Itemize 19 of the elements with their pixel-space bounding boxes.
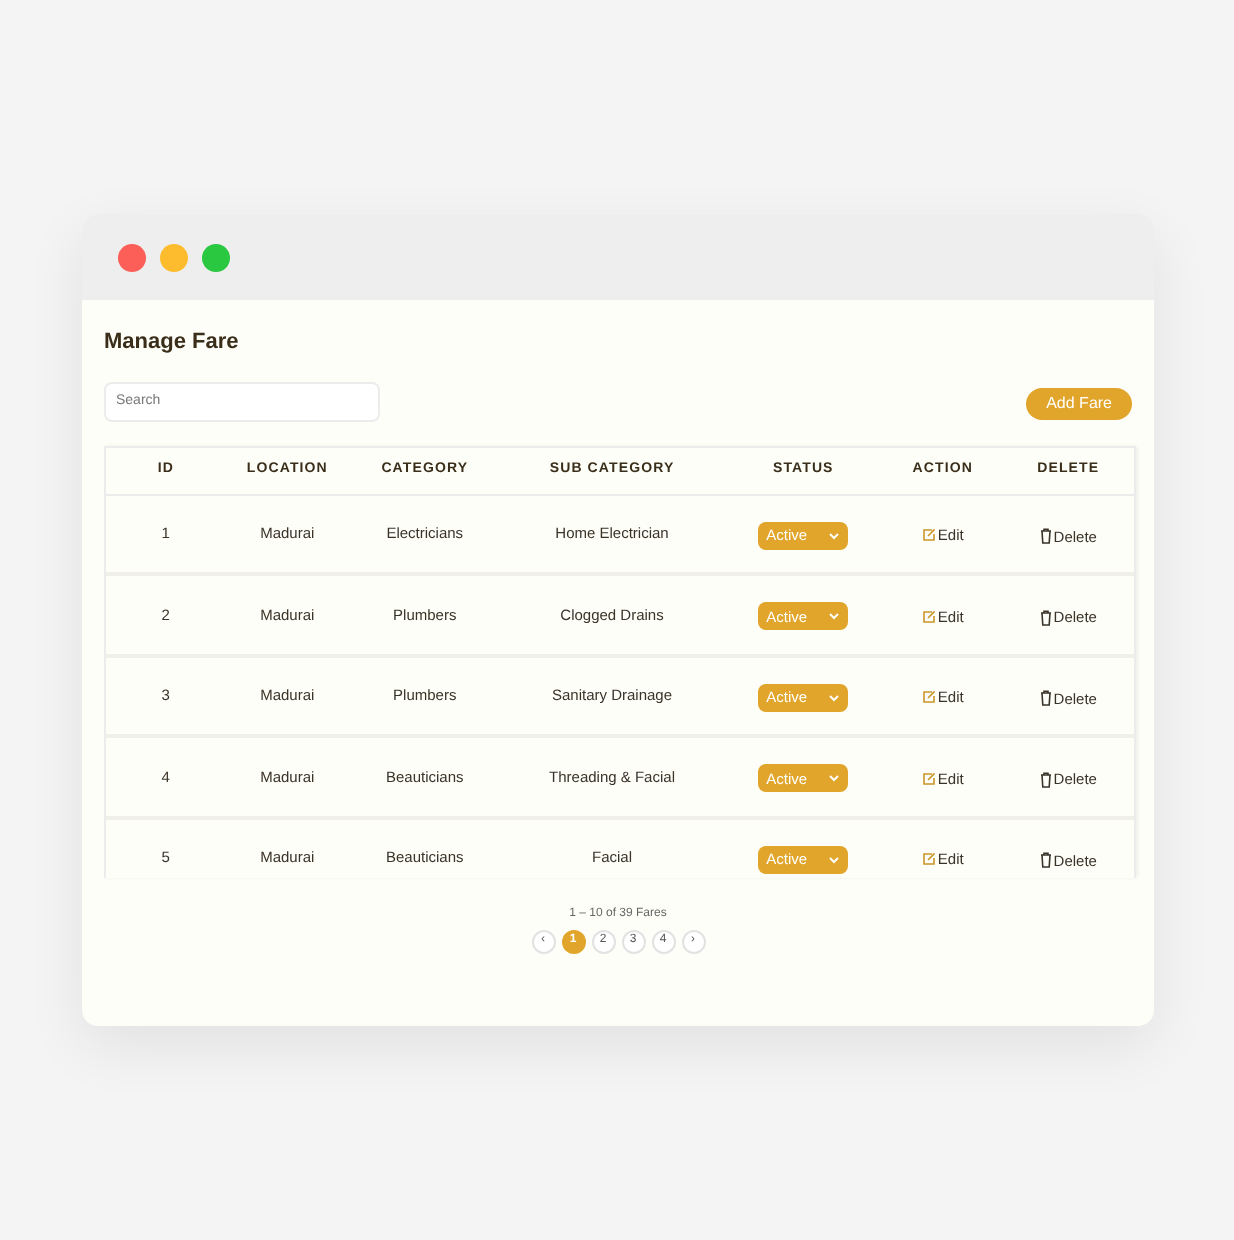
chevron-down-icon <box>828 612 841 621</box>
edit-icon <box>921 771 936 786</box>
maximize-icon[interactable] <box>202 243 230 271</box>
chevron-down-icon <box>828 855 841 864</box>
edit-icon <box>921 690 936 705</box>
edit-icon <box>921 528 936 543</box>
trash-icon <box>1039 528 1052 545</box>
chevron-down-icon <box>828 693 841 702</box>
trash-icon <box>1039 609 1052 626</box>
trash-icon <box>1039 771 1052 788</box>
edit-icon <box>921 852 936 867</box>
close-icon[interactable] <box>118 243 146 271</box>
edit-icon <box>921 609 936 624</box>
chevron-down-icon <box>828 774 841 783</box>
trash-icon <box>1039 690 1052 707</box>
chevron-down-icon <box>828 531 841 540</box>
trash-icon <box>1039 852 1052 869</box>
page-title: Manage Fare <box>104 328 241 358</box>
minimize-icon[interactable] <box>160 243 188 271</box>
